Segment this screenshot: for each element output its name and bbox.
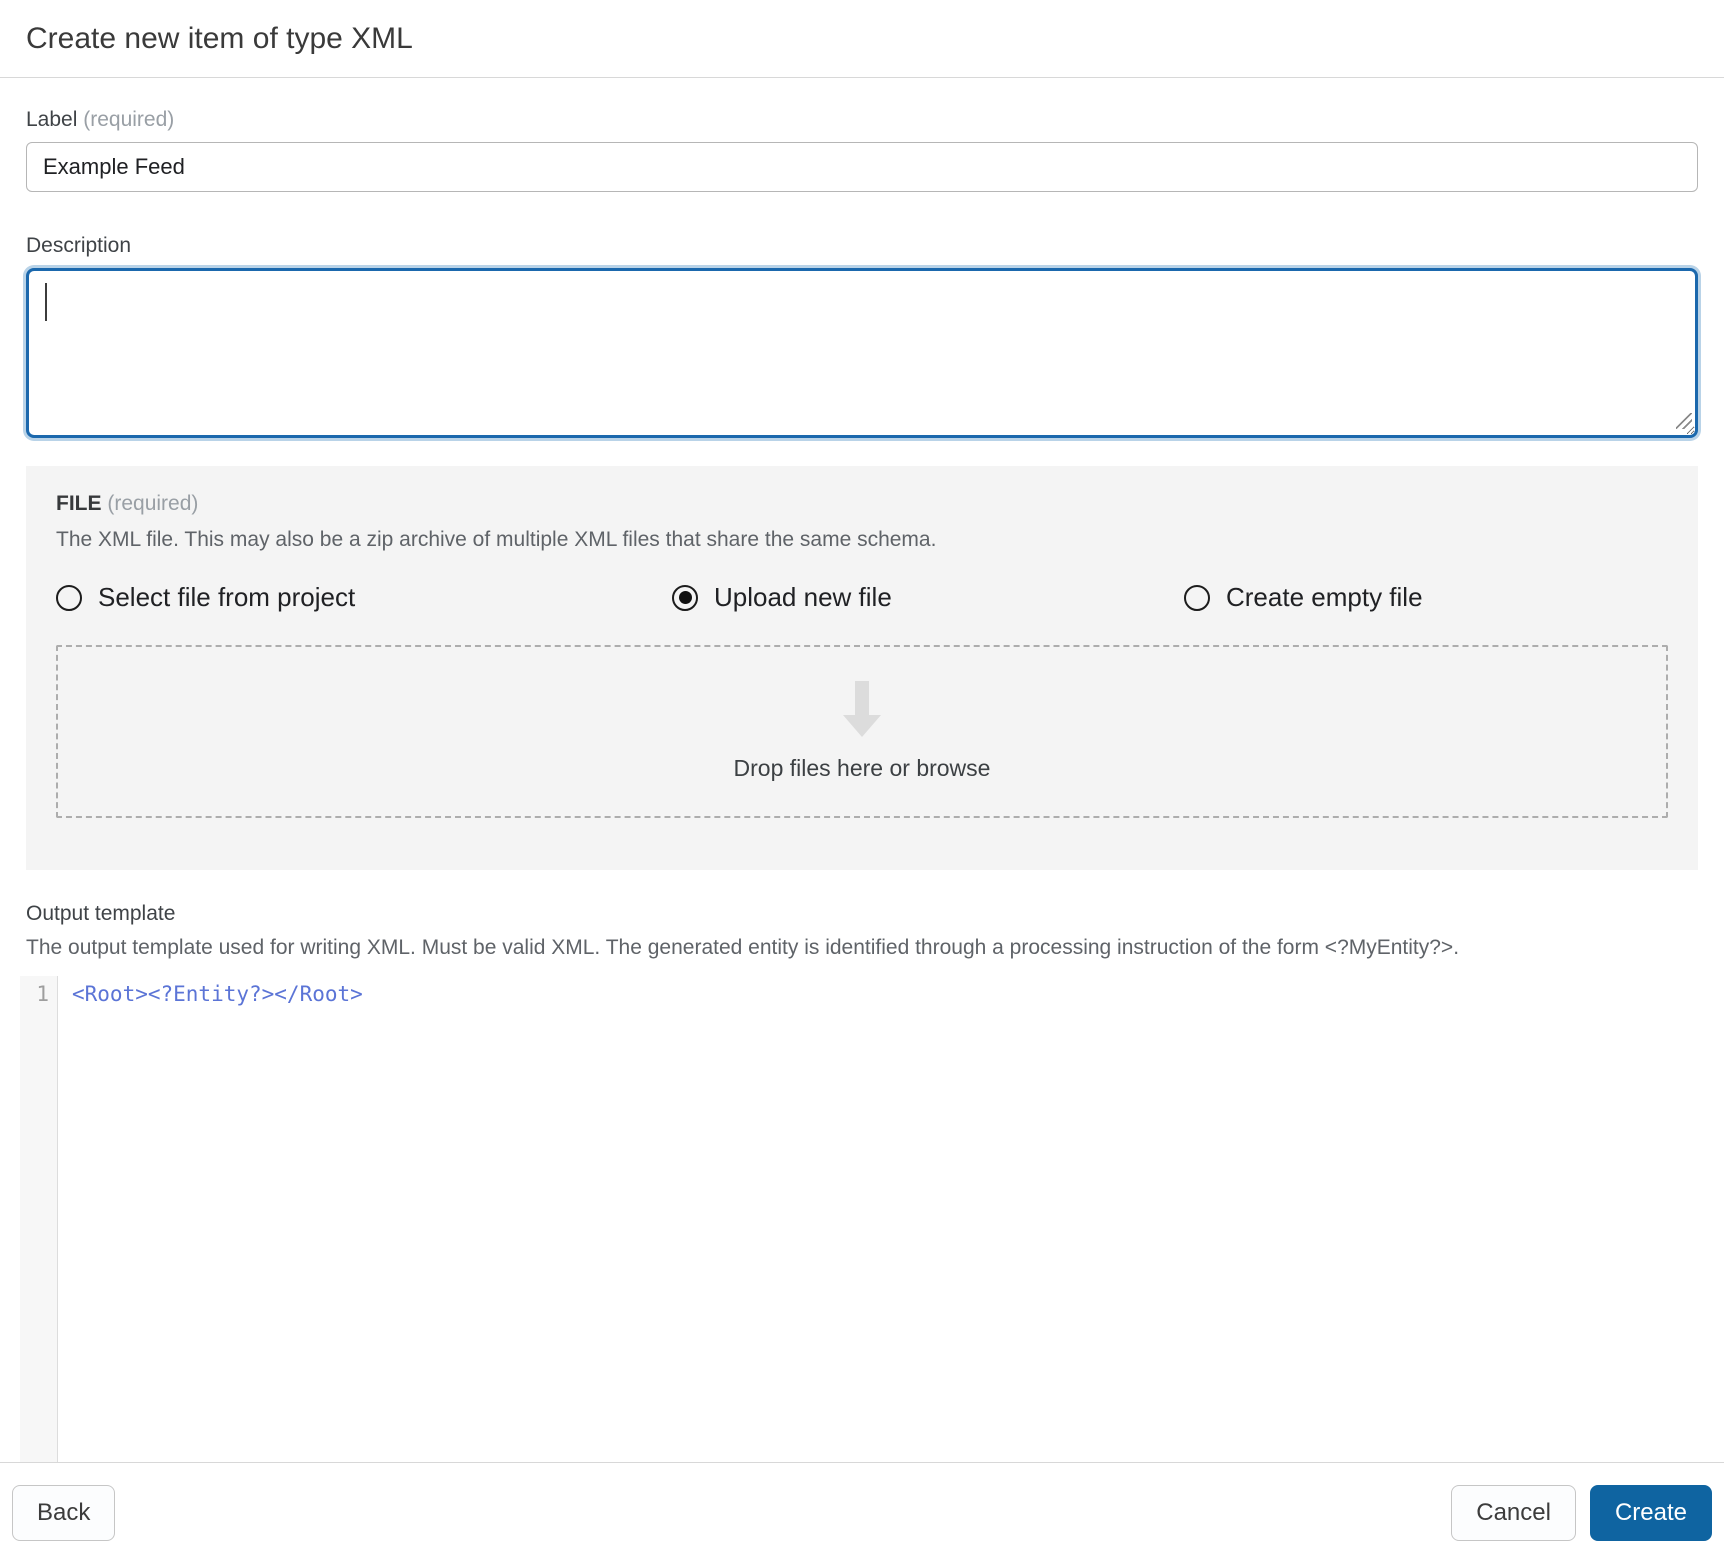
label-field-label: Label (required)	[26, 108, 1698, 132]
description-field-label: Description	[26, 234, 132, 257]
radio-icon	[672, 584, 698, 611]
file-required-hint: (required)	[107, 492, 199, 515]
line-number: 1	[36, 982, 49, 1006]
radio-icon	[1184, 584, 1210, 611]
file-label-text: FILE	[56, 492, 102, 515]
output-template-editor[interactable]: 1 <Root><?Entity?></Root>	[20, 976, 1698, 1462]
label-field-label-text: Label	[26, 108, 78, 131]
dialog-header: Create new item of type XML	[0, 0, 1724, 78]
dialog-footer: Back Cancel Create	[0, 1462, 1724, 1562]
cancel-button[interactable]: Cancel	[1451, 1484, 1576, 1541]
file-section-label: FILE (required)	[56, 492, 1668, 516]
radio-select-file-from-project[interactable]: Select file from project	[56, 582, 672, 613]
dialog-body: Label (required) Description FILE (requi…	[0, 78, 1724, 1462]
radio-label: Create empty file	[1226, 582, 1423, 612]
dropzone-text: Drop files here or browse	[733, 755, 991, 781]
editor-code-line[interactable]: <Root><?Entity?></Root>	[58, 976, 1698, 1462]
file-section-help: The XML file. This may also be a zip arc…	[56, 528, 937, 551]
label-input[interactable]	[26, 142, 1698, 192]
output-template-label: Output template	[26, 902, 176, 925]
file-source-radio-group: Select file from project Upload new file…	[56, 582, 1668, 613]
label-required-hint: (required)	[83, 108, 175, 131]
dialog-title: Create new item of type XML	[26, 21, 413, 55]
create-button[interactable]: Create	[1589, 1484, 1712, 1541]
description-textarea[interactable]	[26, 268, 1698, 438]
editor-gutter: 1	[20, 976, 58, 1462]
radio-label: Select file from project	[98, 582, 356, 612]
file-dropzone[interactable]: Drop files here or browse	[56, 645, 1668, 818]
radio-icon	[56, 584, 82, 611]
description-textarea-wrap	[26, 268, 1698, 438]
back-button[interactable]: Back	[12, 1484, 116, 1541]
radio-upload-new-file[interactable]: Upload new file	[672, 582, 1184, 613]
radio-create-empty-file[interactable]: Create empty file	[1184, 582, 1668, 613]
file-section: FILE (required) The XML file. This may a…	[26, 466, 1698, 870]
output-template-help: The output template used for writing XML…	[26, 936, 1460, 959]
arrow-down-icon	[843, 681, 881, 737]
radio-label: Upload new file	[714, 582, 892, 612]
